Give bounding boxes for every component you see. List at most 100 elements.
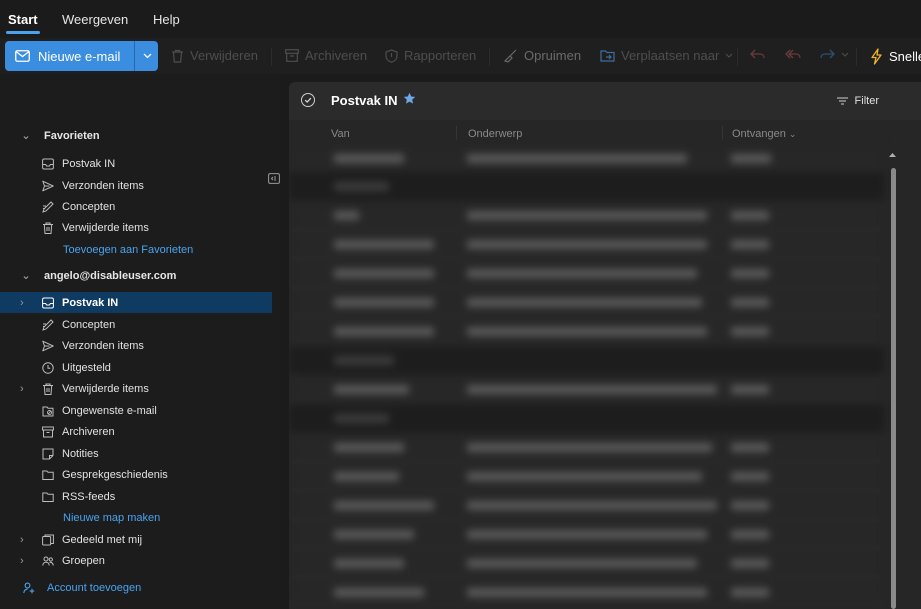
folder-label: Postvak IN <box>62 296 119 309</box>
list-item[interactable] <box>289 317 884 346</box>
list-item[interactable] <box>289 259 884 288</box>
quick-steps-button[interactable]: Snelle <box>870 48 921 65</box>
folder-label: RSS-feeds <box>62 490 116 503</box>
sweep-label: Opruimen <box>524 48 582 63</box>
folder-move-icon <box>600 50 615 62</box>
folder-item-groepen[interactable]: › Groepen <box>0 550 272 571</box>
trash-icon <box>172 49 183 63</box>
favorite-item-postvak-in[interactable]: Postvak IN <box>0 153 272 174</box>
message-list-pane: Postvak IN Filter Van Onderwerp Ontvange… <box>289 82 921 609</box>
chevron-right-icon[interactable]: › <box>20 383 30 395</box>
folder-item-uitgesteld[interactable]: Uitgesteld <box>0 357 272 378</box>
favorite-label: Postvak IN <box>62 157 116 170</box>
trash-icon <box>43 222 53 234</box>
column-subject[interactable]: Onderwerp <box>468 128 522 140</box>
inbox-icon <box>42 297 54 308</box>
add-account-label: Account toevoegen <box>47 581 142 594</box>
folder-item-postvak-in[interactable]: › Postvak IN <box>0 292 272 313</box>
favorite-label: Concepten <box>62 200 116 213</box>
report-label: Rapporteren <box>404 48 477 63</box>
chevron-right-icon[interactable]: › <box>20 534 30 546</box>
folder-label: Gedeeld met mij <box>62 533 143 546</box>
quick-steps-label: Snelle <box>889 49 921 64</box>
new-folder-link[interactable]: Nieuwe map maken <box>63 512 160 524</box>
ribbon-divider <box>737 48 738 66</box>
list-item[interactable] <box>289 491 884 520</box>
shared-folder-icon <box>42 534 54 545</box>
add-to-favorites-link[interactable]: Toevoegen aan Favorieten <box>63 244 193 256</box>
tab-start[interactable]: Start <box>8 12 38 27</box>
list-item[interactable] <box>289 578 884 607</box>
column-divider <box>456 126 457 140</box>
tab-help[interactable]: Help <box>153 12 180 27</box>
column-received[interactable]: Ontvangen ⌄ <box>732 128 796 140</box>
reply-all-icon <box>785 49 801 59</box>
folder-label: Ongewenste e-mail <box>62 404 157 417</box>
folder-label: Gesprekgeschiedenis <box>62 468 168 481</box>
select-all-checkbox[interactable] <box>301 93 315 107</box>
add-account-button[interactable]: Account toevoegen <box>0 577 272 598</box>
message-list-header: Postvak IN Filter <box>289 82 921 120</box>
archive-icon <box>42 426 54 437</box>
list-group-header <box>289 346 884 374</box>
folder-item-concepten[interactable]: Concepten <box>0 314 272 335</box>
forward-button[interactable] <box>820 48 849 60</box>
trash-icon <box>43 383 53 395</box>
column-received-label: Ontvangen <box>732 128 786 140</box>
folder-item-archiveren[interactable]: Archiveren <box>0 421 272 442</box>
active-tab-indicator <box>6 31 40 34</box>
folder-item-gedeeld[interactable]: › Gedeeld met mij <box>0 529 272 550</box>
favorite-item-verwijderd[interactable]: Verwijderde items <box>0 217 272 238</box>
scroll-up-arrow-icon[interactable] <box>888 152 897 158</box>
report-button[interactable]: Rapporteren <box>385 48 476 63</box>
reply-all-button[interactable] <box>785 48 802 60</box>
tab-weergeven[interactable]: Weergeven <box>62 12 128 27</box>
folder-item-gesprekgeschiedenis[interactable]: Gesprekgeschiedenis <box>0 464 272 485</box>
new-mail-button[interactable]: Nieuwe e-mail <box>5 41 133 71</box>
column-from[interactable]: Van <box>331 128 350 140</box>
broom-icon <box>503 49 517 63</box>
draft-icon <box>42 318 54 331</box>
list-item[interactable] <box>289 520 884 549</box>
folder-label: Verwijderde items <box>62 382 149 395</box>
filter-button[interactable]: Filter <box>836 95 879 107</box>
list-item[interactable] <box>289 288 884 317</box>
list-item[interactable] <box>289 462 884 491</box>
folder-item-rss-feeds[interactable]: RSS-feeds <box>0 486 272 507</box>
chevron-right-icon[interactable]: › <box>20 297 30 309</box>
move-to-button[interactable]: Verplaatsen naar <box>600 48 733 63</box>
account-header[interactable]: ⌄ angelo@disableuser.com <box>18 269 176 283</box>
folder-label: Groepen <box>62 554 105 567</box>
folder-item-verwijderd[interactable]: › Verwijderde items <box>0 378 272 399</box>
folder-item-notities[interactable]: Notities <box>0 443 272 464</box>
list-item[interactable] <box>289 433 884 462</box>
scrollbar-thumb[interactable] <box>891 168 896 609</box>
chevron-right-icon[interactable]: › <box>20 555 30 567</box>
list-item[interactable] <box>289 201 884 230</box>
delete-label: Verwijderen <box>190 48 258 63</box>
new-mail-dropdown[interactable] <box>137 41 158 71</box>
split-divider <box>134 41 135 71</box>
inbox-icon <box>42 158 54 169</box>
list-item[interactable] <box>289 549 884 578</box>
folder-item-verzonden[interactable]: Verzonden items <box>0 335 272 356</box>
list-item[interactable] <box>289 375 884 404</box>
chevron-down-icon: ⌄ <box>21 130 31 142</box>
reply-button[interactable] <box>750 48 765 60</box>
folder-label: Archiveren <box>62 425 115 438</box>
star-icon[interactable] <box>403 92 416 105</box>
folder-label: Concepten <box>62 318 116 331</box>
list-item[interactable] <box>289 230 884 259</box>
favorite-label: Verwijderde items <box>62 221 149 234</box>
column-divider <box>722 126 723 140</box>
sweep-button[interactable]: Opruimen <box>503 48 581 63</box>
shield-icon <box>385 48 398 63</box>
list-item[interactable] <box>289 144 884 173</box>
favorite-item-verzonden[interactable]: Verzonden items <box>0 175 272 196</box>
archive-button[interactable]: Archiveren <box>285 48 367 63</box>
favorite-item-concepten[interactable]: Concepten <box>0 196 272 217</box>
favorites-header[interactable]: ⌄ Favorieten <box>18 129 99 143</box>
delete-button[interactable]: Verwijderen <box>171 48 258 63</box>
folder-item-ongewenst[interactable]: Ongewenste e-mail <box>0 400 272 421</box>
ribbon-toolbar: Nieuwe e-mail Verwijderen Archiveren Rap… <box>0 38 921 74</box>
